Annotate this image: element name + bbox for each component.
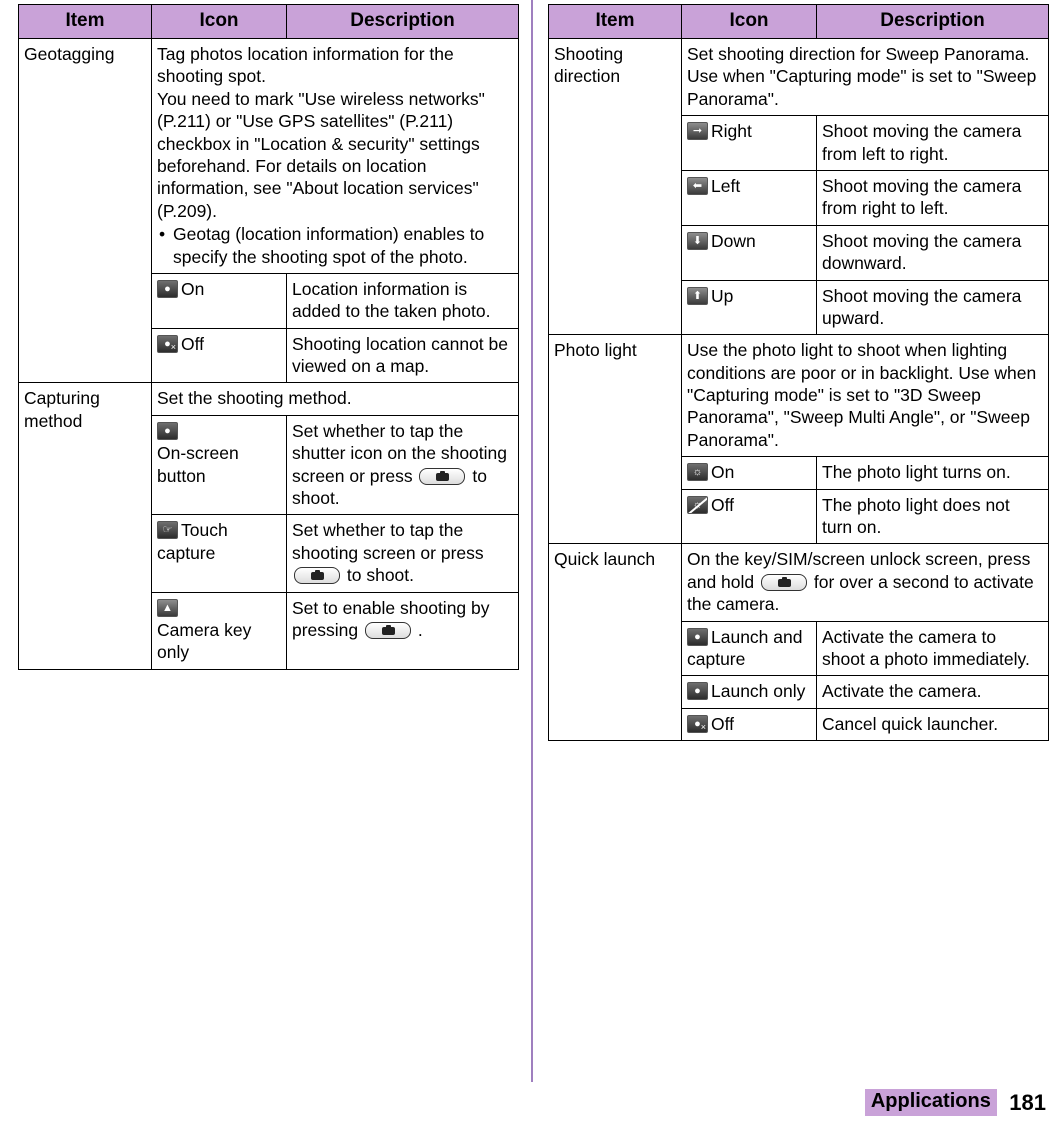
row-item-photo-light: Photo light xyxy=(548,334,682,545)
icon-label: Off xyxy=(711,494,735,515)
icon-label: On xyxy=(711,462,735,483)
description-cell-launch-and-capture: Activate the camera to shoot a photo imm… xyxy=(816,620,1049,677)
icon-label: Right xyxy=(711,121,752,142)
icon-cell-left: ⬅ Left xyxy=(681,169,817,226)
touch-capture-icon: ☞ xyxy=(157,521,178,540)
icon-cell-up: ⬆ Up xyxy=(681,279,817,336)
geotagging-bullets: Geotag (location information) enables to… xyxy=(157,223,513,268)
camera-key-icon xyxy=(294,567,340,585)
table-row: Geotagging Tag photos location informati… xyxy=(18,37,519,384)
table-row: Photo light Use the photo light to shoot… xyxy=(548,334,1049,545)
icon-label: Left xyxy=(711,175,741,196)
column-header-icon: Icon xyxy=(151,4,287,39)
icon-cell-launch-and-capture: ● Launch and capture xyxy=(681,620,817,677)
camera-key-only-icon: ▲ xyxy=(157,598,178,617)
icon-label: Off xyxy=(711,713,735,734)
shooting-direction-description-cell: Set shooting direction for Sweep Panoram… xyxy=(681,37,1049,117)
left-column: Item Icon Description Geotagging Tag pho… xyxy=(18,4,519,670)
geotagging-desc-line-1: Tag photos location information for the … xyxy=(157,44,454,87)
icon-cell-launch-only: ● Launch only xyxy=(681,675,817,709)
quick-launch-description-cell: On the key/SIM/screen unlock screen, pre… xyxy=(681,543,1049,622)
quick-launch-off-icon: ● × xyxy=(687,714,708,733)
icon-cell-touch-capture: ☞ Touch capture xyxy=(151,514,287,593)
icon-label: Camera key only xyxy=(157,619,252,663)
page-number: 181 xyxy=(1009,1089,1046,1115)
description-cell-touch-capture: Set whether to tap the shooting screen o… xyxy=(286,514,519,593)
column-header-item: Item xyxy=(548,4,682,39)
camera-key-icon xyxy=(761,573,808,591)
description-cell-location-off: Shooting location cannot be viewed on a … xyxy=(286,327,519,384)
icon-cell-camera-key-only: ▲ Camera key only xyxy=(151,591,287,670)
description-cell-left: Shoot moving the camera from right to le… xyxy=(816,169,1049,226)
table-row: Capturing method Set the shooting method… xyxy=(18,382,519,670)
description-cell-photo-light-off: The photo light does not turn on. xyxy=(816,488,1049,545)
description-cell-photo-light-on: The photo light turns on. xyxy=(816,456,1049,490)
desc-post: to shoot. xyxy=(346,565,415,586)
desc-pre: Set whether to tap the shooting screen o… xyxy=(292,520,484,563)
icon-label: On-screen button xyxy=(157,443,239,486)
description-cell-camera-key-only: Set to enable shooting by pressing . xyxy=(286,591,519,670)
document-page: Item Icon Description Geotagging Tag pho… xyxy=(0,0,1064,1126)
icon-cell-location-on: ● On xyxy=(151,272,287,329)
geotagging-bullet-1: Geotag (location information) enables to… xyxy=(157,223,513,268)
on-screen-button-icon: ● xyxy=(157,421,178,440)
icon-label: Off xyxy=(181,333,205,354)
table-row: Quick launch On the key/SIM/screen unloc… xyxy=(548,543,1049,742)
arrow-up-icon: ⬆ xyxy=(687,286,708,305)
table-header-row: Item Icon Description xyxy=(548,4,1049,39)
camera-key-icon xyxy=(365,621,412,639)
icon-cell-location-off: ● × Off xyxy=(151,327,287,384)
geotagging-desc-line-2: You need to mark "Use wireless networks"… xyxy=(157,88,485,221)
arrow-down-icon: ⬇ xyxy=(687,231,708,250)
capturing-method-description-cell: Set the shooting method. xyxy=(151,382,519,416)
row-item-quick-launch: Quick launch xyxy=(548,543,682,742)
description-cell-down: Shoot moving the camera downward. xyxy=(816,224,1049,281)
launch-only-icon: ● xyxy=(687,682,708,701)
arrow-right-icon: ➞ xyxy=(687,122,708,141)
location-off-icon: ● × xyxy=(157,334,178,353)
description-cell-launch-only: Activate the camera. xyxy=(816,675,1049,709)
row-item-capturing-method: Capturing method xyxy=(18,382,152,670)
row-item-shooting-direction: Shooting direction xyxy=(548,37,682,336)
description-cell-on-screen-button: Set whether to tap the shutter icon on t… xyxy=(286,414,519,516)
camera-key-icon xyxy=(419,467,466,485)
footer-section-label: Applications xyxy=(864,1089,997,1116)
page-footer: Applications 181 xyxy=(864,1089,1046,1116)
column-header-item: Item xyxy=(18,4,152,39)
icon-label: Down xyxy=(711,230,756,251)
camera-settings-table-left: Item Icon Description Geotagging Tag pho… xyxy=(18,4,519,670)
description-cell-quick-launch-off: Cancel quick launcher. xyxy=(816,707,1049,742)
icon-cell-on-screen-button: ● On-screen button xyxy=(151,414,287,516)
photo-light-description-cell: Use the photo light to shoot when lighti… xyxy=(681,334,1049,458)
icon-cell-photo-light-off: ☼Off xyxy=(681,488,817,545)
description-cell-right: Shoot moving the camera from left to rig… xyxy=(816,115,1049,171)
location-on-icon: ● xyxy=(157,279,178,298)
desc-post: . xyxy=(417,619,423,640)
right-column: Item Icon Description Shooting direction… xyxy=(548,4,1049,742)
column-header-description: Description xyxy=(286,4,519,39)
icon-cell-right: ➞ Right xyxy=(681,115,817,171)
table-header-row: Item Icon Description xyxy=(18,4,519,39)
camera-settings-table-right: Item Icon Description Shooting direction… xyxy=(548,4,1049,742)
table-row: Shooting direction Set shooting directio… xyxy=(548,37,1049,336)
icon-cell-down: ⬇ Down xyxy=(681,224,817,281)
column-header-icon: Icon xyxy=(681,4,817,39)
row-item-geotagging: Geotagging xyxy=(18,37,152,384)
geotagging-description-cell: Tag photos location information for the … xyxy=(151,38,519,274)
photo-light-on-icon: ☼ xyxy=(687,463,708,482)
icon-cell-quick-launch-off: ● × Off xyxy=(681,707,817,742)
description-cell-up: Shoot moving the camera upward. xyxy=(816,279,1049,336)
icon-label: Up xyxy=(711,285,734,306)
arrow-left-icon: ⬅ xyxy=(687,176,708,195)
icon-label: Launch only xyxy=(711,681,806,702)
icon-label: On xyxy=(181,278,205,299)
column-divider xyxy=(531,0,533,1082)
launch-and-capture-icon: ● xyxy=(687,627,708,646)
column-header-description: Description xyxy=(816,4,1049,39)
description-cell-location-on: Location information is added to the tak… xyxy=(286,272,519,329)
photo-light-off-icon: ☼ xyxy=(687,495,708,514)
icon-cell-photo-light-on: ☼ On xyxy=(681,456,817,490)
